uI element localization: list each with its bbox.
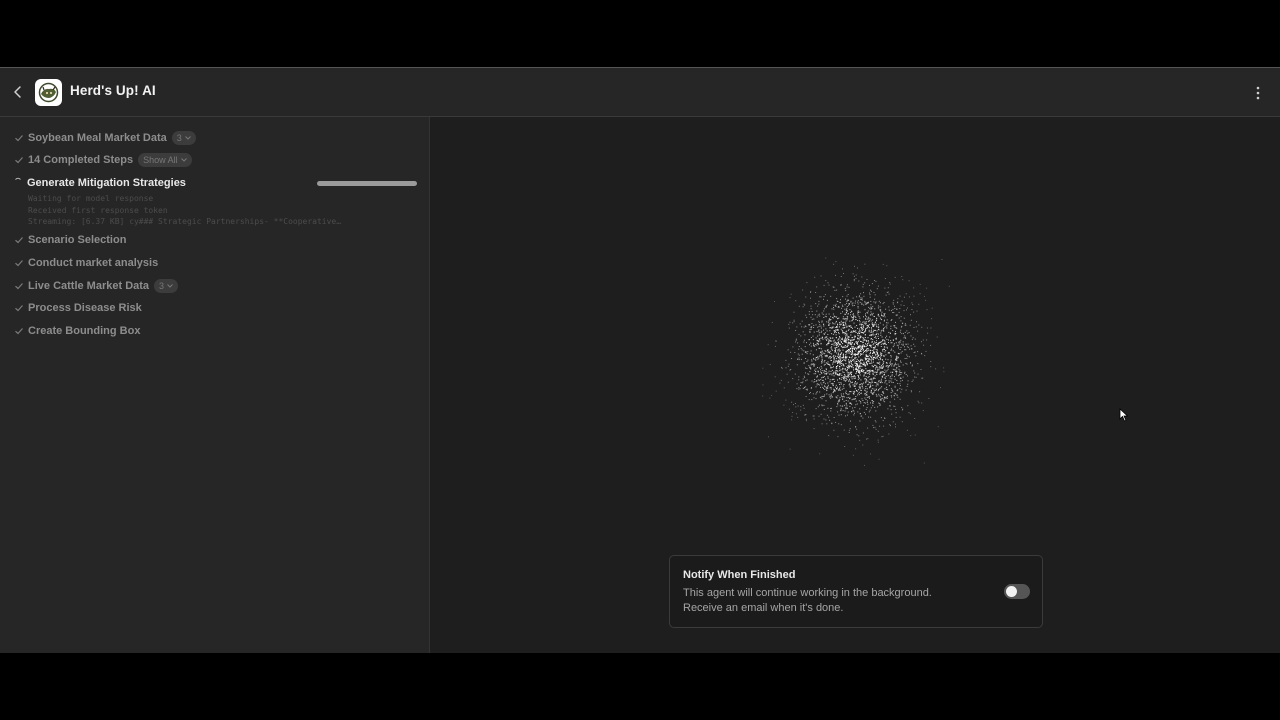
check-icon: [15, 260, 23, 267]
step-count-badge[interactable]: 3: [154, 279, 179, 293]
log-line: Waiting for model response: [28, 194, 154, 203]
check-icon: [15, 283, 23, 290]
step-item[interactable]: 14 Completed Steps Show All: [14, 151, 192, 169]
vertical-dots-icon[interactable]: [1250, 82, 1266, 104]
app-title: Herd's Up! AI: [70, 83, 156, 98]
notify-card: Notify When Finished This agent will con…: [669, 555, 1043, 628]
chevron-down-icon: [184, 136, 191, 140]
step-item[interactable]: Process Disease Risk: [14, 299, 142, 317]
step-label: 14 Completed Steps: [28, 154, 134, 166]
chevron-left-icon[interactable]: [9, 82, 27, 102]
step-label: Live Cattle Market Data: [28, 280, 150, 292]
active-step-label: Generate Mitigation Strategies: [27, 177, 186, 189]
notify-description: This agent will continue working in the …: [683, 586, 983, 616]
badge-text: 3: [176, 133, 182, 143]
check-icon: [15, 237, 23, 244]
step-item[interactable]: Live Cattle Market Data 3: [14, 277, 179, 295]
notify-line: This agent will continue working in the …: [683, 587, 932, 599]
chevron-down-icon: [180, 158, 187, 162]
mouse-pointer-icon: [1119, 408, 1129, 422]
check-icon: [15, 305, 23, 312]
main-panel: Notify When Finished This agent will con…: [430, 117, 1280, 653]
badge-text: 3: [159, 281, 165, 291]
check-icon: [15, 135, 23, 142]
check-icon: [15, 328, 23, 335]
notify-title: Notify When Finished: [683, 569, 796, 581]
notify-line: Receive an email when it's done.: [683, 602, 844, 614]
show-all-button[interactable]: Show All: [138, 153, 192, 167]
app-logo: [35, 79, 62, 106]
step-label: Scenario Selection: [28, 234, 127, 246]
app-window: Herd's Up! AI Soybean Meal Market Data 3…: [0, 67, 1280, 653]
toggle-knob: [1006, 586, 1017, 597]
step-item[interactable]: Soybean Meal Market Data 3: [14, 129, 196, 147]
chevron-down-icon: [167, 284, 173, 288]
header-bar: Herd's Up! AI: [0, 68, 1280, 117]
steps-sidebar: Soybean Meal Market Data 3 14 Completed …: [0, 117, 430, 653]
step-item[interactable]: Conduct market analysis: [14, 254, 158, 272]
step-label: Process Disease Risk: [28, 302, 142, 314]
badge-text: Show All: [143, 155, 178, 165]
progress-bar: [317, 181, 417, 186]
spinner-icon: [15, 177, 21, 180]
notify-toggle[interactable]: [1004, 584, 1030, 599]
log-line: Received first response token: [28, 206, 168, 215]
step-label: Create Bounding Box: [28, 325, 141, 337]
step-item[interactable]: Scenario Selection: [14, 231, 126, 249]
check-icon: [15, 157, 23, 164]
particle-cloud-animation: [762, 257, 950, 466]
step-count-badge[interactable]: 3: [171, 131, 196, 145]
log-line: Streaming: [6.37 KB] cy### Strategic Par…: [28, 217, 342, 226]
step-item[interactable]: Create Bounding Box: [14, 322, 140, 340]
step-label: Conduct market analysis: [28, 257, 159, 269]
active-step[interactable]: Generate Mitigation Strategies: [27, 174, 186, 192]
step-label: Soybean Meal Market Data: [28, 132, 167, 144]
